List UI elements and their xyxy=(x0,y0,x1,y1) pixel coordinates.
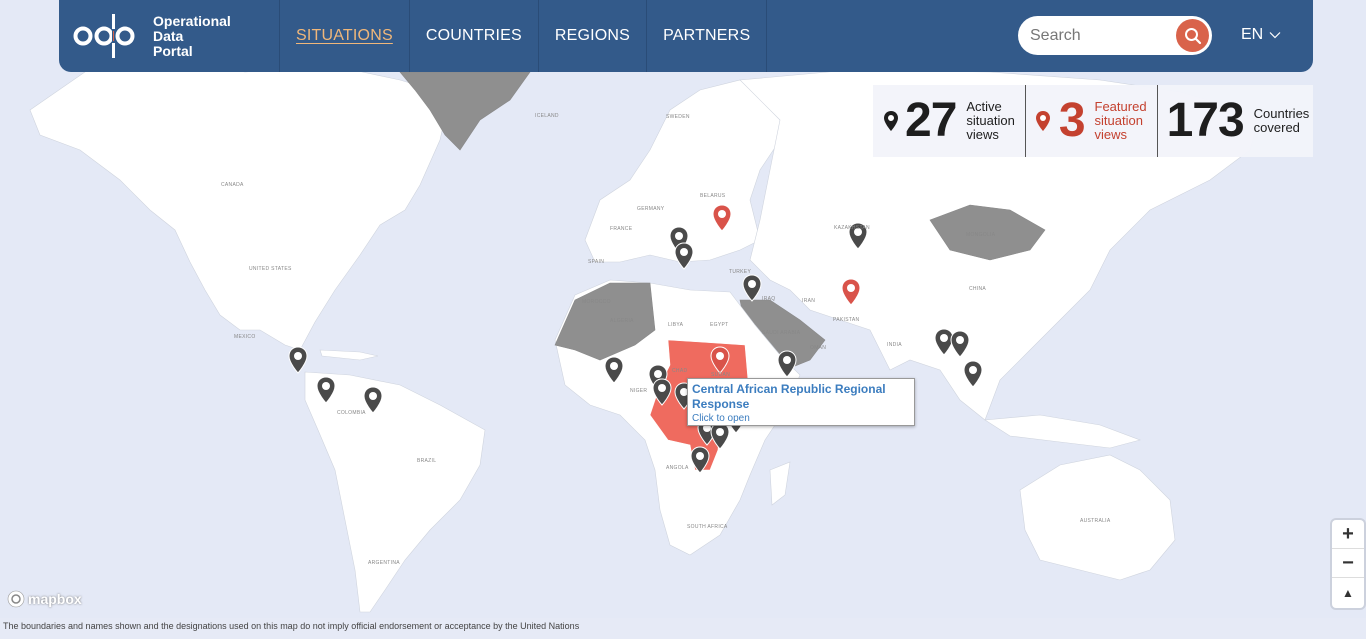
land-south-america xyxy=(304,371,486,613)
stat-countries: 173 Countries covered xyxy=(1156,85,1320,157)
search-button[interactable] xyxy=(1176,19,1209,52)
label-libya: LIBYA xyxy=(668,322,684,328)
label-chad: CHAD xyxy=(672,368,688,374)
land-north-america xyxy=(29,59,451,351)
label-morocco: MOROCCO xyxy=(582,299,611,305)
label-spain: SPAIN xyxy=(588,259,605,265)
portal-logo[interactable]: Operational Data Portal xyxy=(59,0,280,72)
stat-active: 27 Active situation views xyxy=(873,85,1025,157)
land-indonesia xyxy=(984,414,1141,449)
stat-active-label: Active situation views xyxy=(966,99,1015,142)
label-saudi-arabia: SAUDI ARABIA xyxy=(762,330,801,336)
label-germany: GERMANY xyxy=(637,206,665,212)
odp-logo-icon xyxy=(73,11,139,61)
nav-situations[interactable]: SITUATIONS xyxy=(280,0,410,72)
label-mexico: MEXICO xyxy=(234,334,256,340)
label-united-states: UNITED STATES xyxy=(249,266,292,272)
map-pin-icon xyxy=(884,111,898,131)
situation-marker[interactable] xyxy=(742,274,762,302)
label-kazakhstan: KAZAKHSTAN xyxy=(834,225,870,231)
label-sweden: SWEDEN xyxy=(666,114,690,120)
language-label: EN xyxy=(1241,26,1264,43)
stat-featured: 3 Featured situation views xyxy=(1024,85,1157,157)
label-iraq: IRAQ xyxy=(762,296,776,302)
logo-text: Operational Data Portal xyxy=(153,12,231,59)
nav-regions[interactable]: REGIONS xyxy=(539,0,648,72)
chevron-down-icon xyxy=(1269,32,1281,39)
label-canada: CANADA xyxy=(221,182,244,188)
logo-line-3: Portal xyxy=(153,42,193,59)
compass-button[interactable]: ▲ xyxy=(1332,578,1364,607)
label-turkey: TURKEY xyxy=(729,269,752,275)
label-iran: IRAN xyxy=(802,298,816,304)
stat-countries-label: Countries covered xyxy=(1253,106,1310,135)
label-argentina: ARGENTINA xyxy=(368,560,400,566)
map-disclaimer: The boundaries and names shown and the d… xyxy=(3,621,580,631)
stat-featured-value: 3 xyxy=(1058,94,1086,147)
label-india: INDIA xyxy=(887,342,902,348)
stat-featured-label: Featured situation views xyxy=(1094,99,1147,142)
search-input[interactable] xyxy=(1030,26,1170,45)
logo-line-1: Operational xyxy=(153,12,231,29)
label-iceland: ICELAND xyxy=(535,113,559,119)
popup-title[interactable]: Central African Republic Regional Respon… xyxy=(692,382,910,412)
zoom-out-button[interactable]: − xyxy=(1332,549,1364,578)
nav-partners[interactable]: PARTNERS xyxy=(647,0,768,72)
map-zoom-controls: + − ▲ xyxy=(1332,520,1364,608)
popup-subtitle[interactable]: Click to open xyxy=(692,413,910,424)
label-pakistan: PAKISTAN xyxy=(833,317,860,323)
label-mongolia: MONGOLIA xyxy=(966,232,996,238)
mapbox-logo-icon xyxy=(7,590,25,608)
label-china: CHINA xyxy=(969,286,987,292)
stat-countries-value: 173 xyxy=(1166,94,1245,147)
label-south-africa: SOUTH AFRICA xyxy=(687,524,728,530)
label-france: FRANCE xyxy=(610,226,633,232)
label-algeria: ALGERIA xyxy=(610,318,634,324)
label-brazil: BRAZIL xyxy=(417,458,437,464)
label-oman: OMAN xyxy=(810,345,827,351)
situation-popup[interactable]: Central African Republic Regional Respon… xyxy=(687,378,915,426)
situation-marker[interactable] xyxy=(288,346,308,374)
label-belarus: BELARUS xyxy=(700,193,726,199)
label-niger: NIGER xyxy=(630,388,648,394)
land-caribbean xyxy=(319,349,379,361)
situation-marker[interactable] xyxy=(674,242,694,270)
logo-line-2: Data xyxy=(153,27,184,44)
label-australia: AUSTRALIA xyxy=(1080,518,1111,524)
stats-panel: 27 Active situation views 3 Featured sit… xyxy=(873,85,1313,157)
nav-countries[interactable]: COUNTRIES xyxy=(410,0,539,72)
stat-active-value: 27 xyxy=(905,94,957,147)
search-box xyxy=(1018,16,1212,55)
label-egypt: EGYPT xyxy=(710,322,729,328)
label-angola: ANGOLA xyxy=(666,465,689,471)
search-icon xyxy=(1184,27,1201,44)
mapbox-attribution[interactable]: mapbox xyxy=(7,590,82,608)
language-selector[interactable]: EN xyxy=(1241,26,1281,44)
top-navigation-bar: Operational Data Portal SITUATIONS COUNT… xyxy=(59,0,1313,72)
main-nav: SITUATIONS COUNTRIES REGIONS PARTNERS xyxy=(280,0,768,72)
zoom-in-button[interactable]: + xyxy=(1332,520,1364,549)
label-colombia: COLOMBIA xyxy=(337,410,366,416)
featured-pin-icon xyxy=(1035,111,1050,131)
land-madagascar xyxy=(769,461,791,506)
